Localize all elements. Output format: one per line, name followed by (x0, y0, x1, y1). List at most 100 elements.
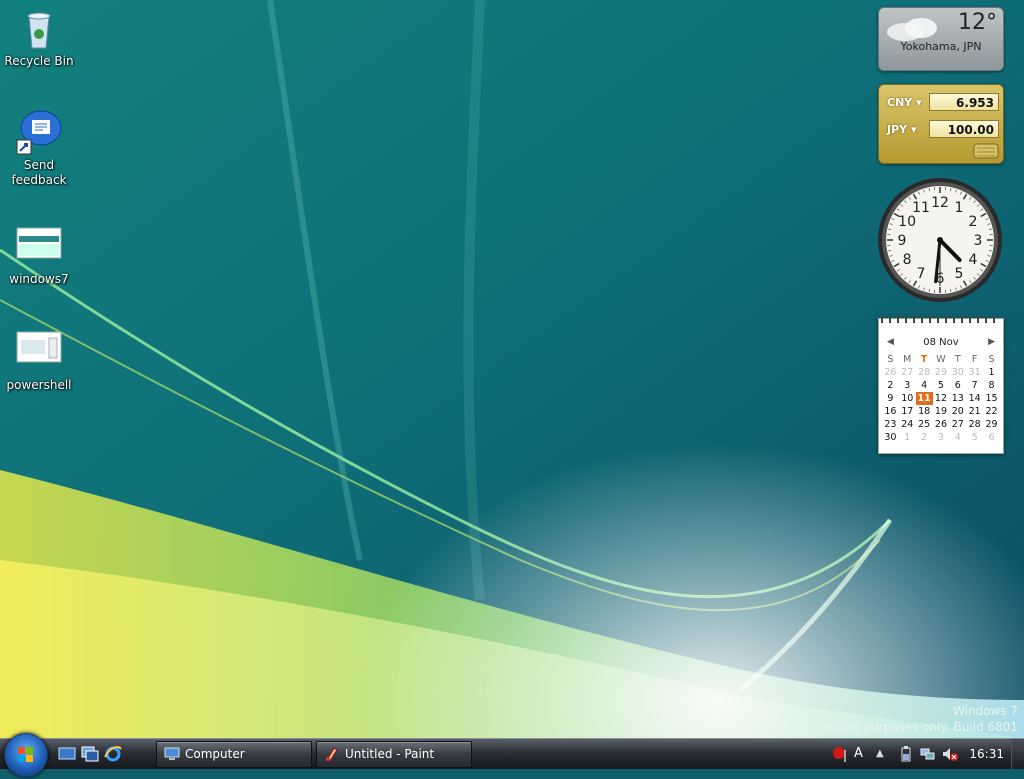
calendar-weekday: S (983, 353, 1000, 366)
clock-numeral: 1 (955, 200, 964, 216)
clock-numeral: 2 (968, 214, 977, 230)
recycle-bin-icon (15, 4, 63, 52)
currency-code-dropdown[interactable]: JPY ▾ (887, 123, 916, 136)
alert-flag-icon[interactable] (832, 746, 848, 762)
calendar-day[interactable]: 10 (899, 392, 916, 405)
calendar-day[interactable]: 8 (983, 379, 1000, 392)
calendar-day[interactable]: 6 (949, 379, 966, 392)
desktop-icon-label: Recycle Bin (0, 54, 78, 69)
desktop-icon-label: windows7 (0, 272, 78, 287)
feedback-icon (15, 108, 63, 156)
image-file-icon (15, 222, 63, 270)
calendar-gadget[interactable]: ◀ 08 Nov ▶ SMTWTFS2627282930311234567891… (878, 318, 1004, 454)
calendar-day[interactable]: 17 (899, 405, 916, 418)
start-button[interactable] (4, 733, 48, 777)
clock-numeral: 7 (917, 266, 926, 282)
show-hidden-icon[interactable]: ▲ (876, 748, 892, 764)
desktop[interactable]: Recycle Bin Send feedback windows7 power… (0, 0, 1024, 738)
calendar-day[interactable]: 9 (882, 392, 899, 405)
calendar-day[interactable]: 6 (983, 431, 1000, 444)
watermark-os: Windows 7 (795, 703, 1018, 719)
calendar-day[interactable]: 7 (966, 379, 983, 392)
taskbar-button-computer[interactable]: Computer (156, 741, 312, 768)
taskbar-button-label: Untitled - Paint (345, 747, 434, 761)
calendar-day[interactable]: 4 (949, 431, 966, 444)
calendar-day[interactable]: 4 (916, 379, 933, 392)
tray-clock[interactable]: 16:31 (969, 747, 1004, 761)
currency-row: CNY ▾ 6.953 (887, 93, 999, 113)
calendar-weekday: F (966, 353, 983, 366)
show-desktop-icon[interactable] (58, 745, 76, 763)
currency-value[interactable]: 6.953 (929, 93, 999, 111)
calendar-day[interactable]: 19 (933, 405, 950, 418)
calendar-weekday: M (899, 353, 916, 366)
calendar-day[interactable]: 1 (983, 366, 1000, 379)
calendar-day[interactable]: 11 (916, 392, 933, 405)
calendar-day[interactable]: 31 (966, 366, 983, 379)
currency-row: JPY ▾ 100.00 (887, 120, 999, 140)
show-desktop-button[interactable] (1011, 739, 1024, 769)
calendar-day[interactable]: 29 (983, 418, 1000, 431)
build-watermark: Windows 7 For testing purposes only. Bui… (795, 703, 1018, 735)
calendar-day[interactable]: 28 (916, 366, 933, 379)
currency-gadget[interactable]: CNY ▾ 6.953 JPY ▾ 100.00 (878, 84, 1004, 164)
calendar-day[interactable]: 2 (882, 379, 899, 392)
calendar-day[interactable]: 1 (899, 431, 916, 444)
clock-numeral: 12 (931, 195, 949, 211)
clock-numeral: 10 (898, 214, 916, 230)
calendar-day[interactable]: 30 (949, 366, 966, 379)
clock-numeral: 3 (974, 233, 983, 249)
language-icon[interactable]: A (854, 746, 870, 762)
wallpaper (0, 0, 1024, 738)
calendar-spiral (881, 315, 1001, 323)
calendar-day[interactable]: 20 (949, 405, 966, 418)
calendar-grid: SMTWTFS262728293031123456789101112131415… (882, 353, 1000, 444)
clock-gadget[interactable]: 121234567891011 (876, 176, 1004, 304)
clock-numeral: 11 (912, 200, 930, 216)
calendar-day[interactable]: 28 (966, 418, 983, 431)
currency-code-dropdown[interactable]: CNY ▾ (887, 96, 922, 109)
calendar-weekday: W (933, 353, 950, 366)
network-icon[interactable] (920, 746, 936, 762)
calendar-day[interactable]: 15 (983, 392, 1000, 405)
calendar-day[interactable]: 29 (933, 366, 950, 379)
internet-explorer-icon[interactable] (104, 745, 122, 763)
calendar-day[interactable]: 23 (882, 418, 899, 431)
computer-icon (164, 746, 180, 762)
calendar-day[interactable]: 26 (882, 366, 899, 379)
calendar-day[interactable]: 25 (916, 418, 933, 431)
calendar-day[interactable]: 14 (966, 392, 983, 405)
desktop-icon-send-feedback[interactable]: Send feedback (0, 108, 78, 188)
switch-windows-icon[interactable] (81, 745, 99, 763)
calendar-day[interactable]: 27 (899, 366, 916, 379)
calendar-day[interactable]: 12 (933, 392, 950, 405)
calendar-day[interactable]: 18 (916, 405, 933, 418)
desktop-icon-recycle-bin[interactable]: Recycle Bin (0, 4, 78, 69)
clock-numeral: 9 (898, 233, 907, 249)
calendar-day[interactable]: 5 (966, 431, 983, 444)
calendar-day[interactable]: 24 (899, 418, 916, 431)
paint-icon (324, 746, 340, 762)
calendar-day[interactable]: 30 (882, 431, 899, 444)
calendar-day[interactable]: 26 (933, 418, 950, 431)
desktop-icon-powershell[interactable]: powershell (0, 328, 78, 393)
power-icon[interactable] (898, 746, 914, 762)
calendar-day[interactable]: 27 (949, 418, 966, 431)
calendar-day[interactable]: 3 (899, 379, 916, 392)
taskbar-button-paint[interactable]: Untitled - Paint (316, 741, 472, 768)
weather-city: Yokohama, JPN (879, 40, 1003, 53)
weather-gadget[interactable]: 12° Yokohama, JPN (878, 7, 1004, 71)
system-tray: A ▲ 16:31 (824, 739, 1024, 769)
calendar-day[interactable]: 22 (983, 405, 1000, 418)
calendar-day[interactable]: 16 (882, 405, 899, 418)
currency-value[interactable]: 100.00 (929, 120, 999, 138)
windows-logo-icon (5, 734, 47, 776)
calendar-next-button[interactable]: ▶ (988, 337, 995, 347)
calendar-day[interactable]: 3 (933, 431, 950, 444)
volume-muted-icon[interactable] (942, 746, 958, 762)
calendar-day[interactable]: 21 (966, 405, 983, 418)
desktop-icon-windows7[interactable]: windows7 (0, 222, 78, 287)
calendar-day[interactable]: 2 (916, 431, 933, 444)
calendar-day[interactable]: 13 (949, 392, 966, 405)
calendar-day[interactable]: 5 (933, 379, 950, 392)
